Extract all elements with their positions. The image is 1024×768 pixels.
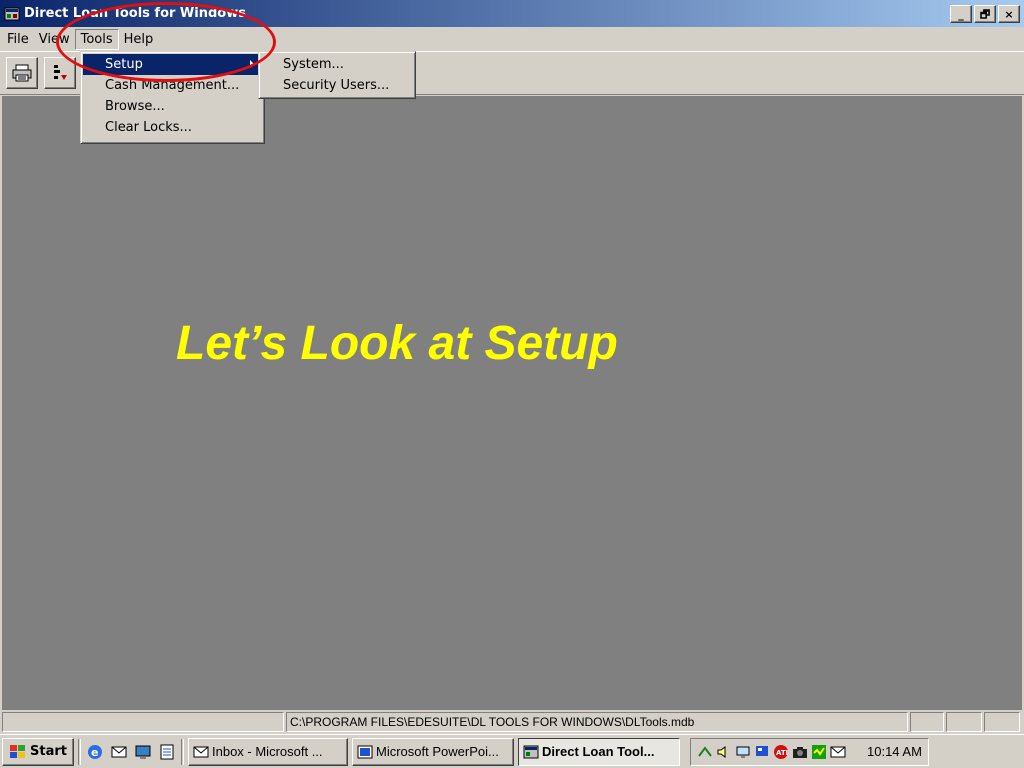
close-icon: × [1004, 7, 1014, 21]
task-direct-loan-label: Direct Loan Tool... [542, 744, 655, 759]
status-pane-path: C:\PROGRAM FILES\EDESUITE\DL TOOLS FOR W… [286, 712, 908, 732]
start-label: Start [30, 744, 67, 759]
menu-file[interactable]: File [2, 29, 34, 50]
mdi-client-area [2, 96, 1022, 710]
app-icon [4, 7, 20, 20]
task-inbox-label: Inbox - Microsoft ... [212, 744, 323, 759]
status-pane-3 [984, 712, 1020, 732]
outlook-quicklaunch-icon[interactable] [109, 742, 129, 762]
menu-item-browse[interactable]: Browse... [83, 96, 262, 117]
printer-icon [12, 64, 32, 82]
taskbar: Start e Inbox - Microsoft ... Microsoft … [0, 734, 1024, 768]
ati-icon[interactable]: ATI [773, 744, 789, 760]
svg-text:e: e [91, 746, 98, 759]
taskbar-clock: 10:14 AM [867, 744, 922, 759]
close-button[interactable]: × [998, 5, 1020, 23]
status-bar: C:\PROGRAM FILES\EDESUITE\DL TOOLS FOR W… [0, 710, 1024, 734]
app-icon [523, 745, 539, 758]
mail-notification-icon[interactable] [830, 744, 846, 760]
annotation-ellipse [56, 2, 276, 82]
sort-icon [54, 65, 67, 80]
task-powerpoint[interactable]: Microsoft PowerPoi... [352, 737, 514, 766]
menu-item-clear-locks[interactable]: Clear Locks... [83, 117, 262, 138]
show-desktop-icon[interactable] [133, 742, 153, 762]
monitor-icon[interactable] [735, 744, 751, 760]
flag-icon[interactable] [754, 744, 770, 760]
menu-item-security-users[interactable]: Security Users... [261, 75, 413, 96]
setup-submenu: System... Security Users... [258, 51, 416, 99]
system-tray: ATI 10:14 AM [690, 737, 929, 766]
restore-button[interactable]: 🗗 [974, 5, 996, 23]
powerpoint-icon [357, 745, 373, 758]
network-icon[interactable] [697, 744, 713, 760]
notepad-icon[interactable] [157, 742, 177, 762]
status-pane-1 [910, 712, 944, 732]
svg-text:ATI: ATI [776, 749, 788, 757]
menu-item-system[interactable]: System... [261, 54, 413, 75]
taskbar-separator [181, 738, 184, 765]
task-powerpoint-label: Microsoft PowerPoi... [376, 744, 499, 759]
envelope-icon [193, 746, 209, 757]
status-pane-2 [946, 712, 982, 732]
volume-icon[interactable] [716, 744, 732, 760]
task-inbox[interactable]: Inbox - Microsoft ... [188, 737, 348, 766]
restore-icon: 🗗 [979, 7, 991, 21]
windows-logo-icon [10, 744, 25, 758]
taskbar-separator [78, 738, 81, 765]
status-green-icon[interactable] [811, 744, 827, 760]
print-button[interactable] [6, 57, 38, 89]
status-pane-left [2, 712, 284, 732]
minimize-icon: _ [958, 7, 964, 21]
internet-explorer-icon[interactable]: e [85, 742, 105, 762]
task-direct-loan-tools[interactable]: Direct Loan Tool... [518, 737, 680, 766]
camera-icon[interactable] [792, 744, 808, 760]
slide-overlay-text: Let’s Look at Setup [176, 317, 618, 370]
start-button[interactable]: Start [2, 737, 74, 766]
minimize-button[interactable]: _ [950, 5, 972, 23]
